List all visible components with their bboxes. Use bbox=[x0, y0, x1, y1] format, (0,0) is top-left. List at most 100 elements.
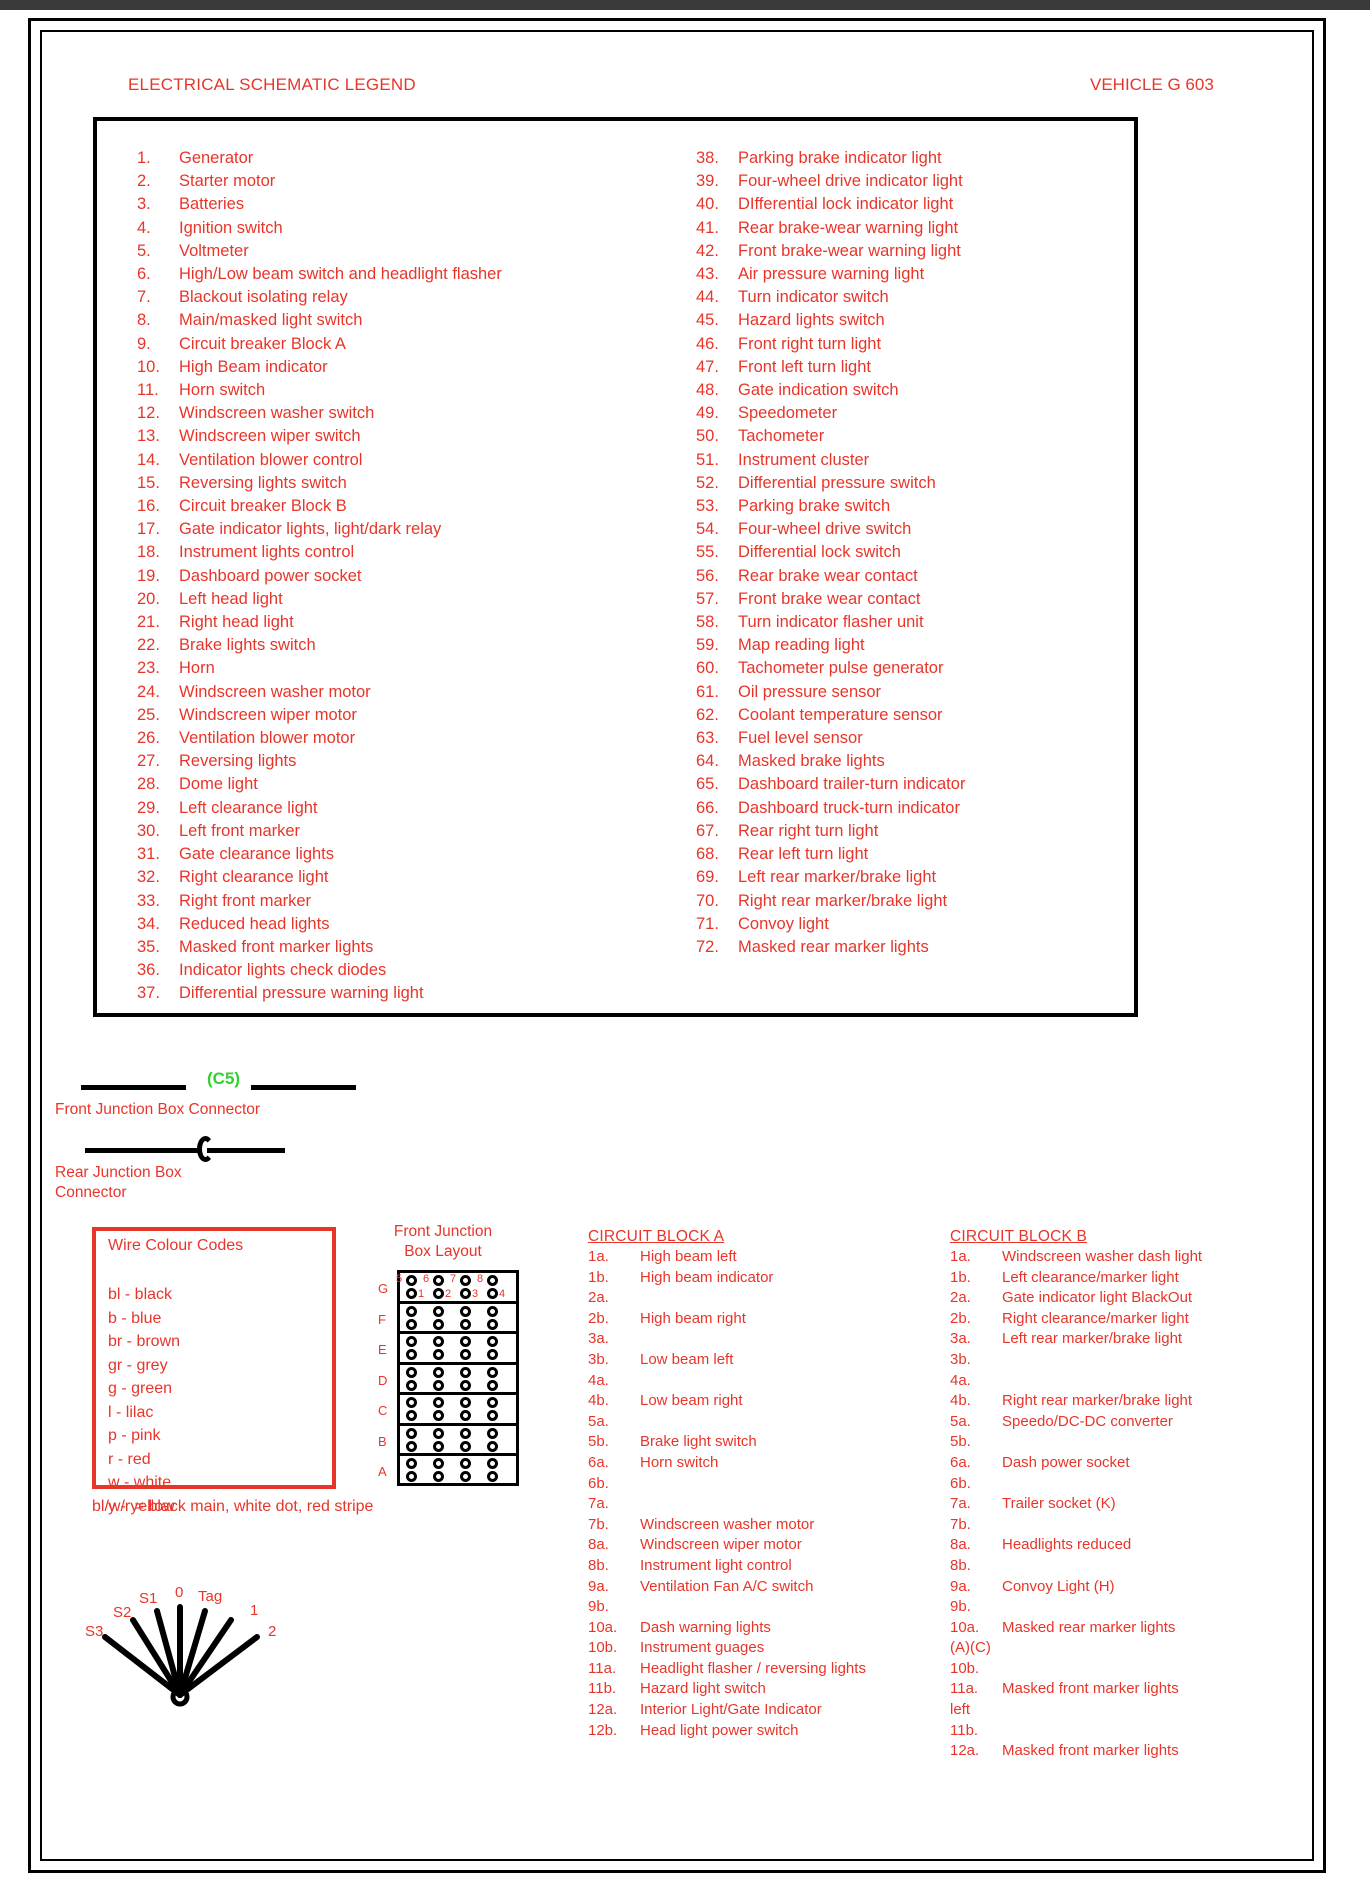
junction-box-terminal[interactable] bbox=[460, 1349, 471, 1360]
junction-box-terminal[interactable] bbox=[433, 1336, 444, 1347]
junction-box-terminal[interactable] bbox=[487, 1305, 498, 1317]
junction-box-terminal[interactable] bbox=[487, 1440, 498, 1452]
circuit-block-a-row: 9b. bbox=[588, 1597, 928, 1618]
junction-box-terminal[interactable] bbox=[460, 1318, 471, 1330]
junction-box-terminal[interactable] bbox=[406, 1318, 417, 1330]
junction-box-terminal[interactable] bbox=[487, 1379, 498, 1391]
junction-box-terminal[interactable] bbox=[487, 1275, 498, 1286]
junction-box-terminal[interactable] bbox=[460, 1336, 471, 1347]
junction-box-terminal[interactable] bbox=[433, 1458, 444, 1469]
connector-symbols: (C5) Front Junction Box Connector Rear J… bbox=[55, 1069, 455, 1203]
legend-right-item-number: 51. bbox=[696, 450, 719, 469]
legend-left-item-number: 6. bbox=[137, 265, 151, 284]
junction-box-terminal[interactable] bbox=[460, 1410, 471, 1421]
circuit-block-a-number: 8b. bbox=[588, 1556, 609, 1574]
legend-left-item-number: 24. bbox=[137, 682, 160, 701]
junction-box-terminal[interactable] bbox=[487, 1336, 498, 1347]
junction-box-terminal[interactable] bbox=[460, 1440, 471, 1452]
circuit-block-a-label: Low beam right bbox=[640, 1392, 743, 1410]
legend-right-item-label: Tachometer pulse generator bbox=[738, 659, 944, 678]
junction-box-terminal[interactable] bbox=[433, 1349, 444, 1360]
legend-left-item-label: Left clearance light bbox=[179, 798, 318, 817]
junction-box-terminal[interactable] bbox=[433, 1318, 444, 1330]
junction-box-terminal[interactable] bbox=[487, 1458, 498, 1469]
junction-box-terminal[interactable] bbox=[433, 1379, 444, 1391]
junction-box-terminal[interactable] bbox=[406, 1366, 417, 1378]
junction-box-terminal[interactable] bbox=[406, 1336, 417, 1347]
fan-label-0: 0 bbox=[175, 1584, 184, 1601]
legend-left-item-label: Brake lights switch bbox=[179, 636, 316, 655]
junction-box-terminal[interactable] bbox=[406, 1458, 417, 1469]
circuit-block-b-number: 6b. bbox=[950, 1474, 971, 1492]
junction-box-terminal[interactable] bbox=[487, 1318, 498, 1330]
circuit-block-b-label: Masked rear marker lights bbox=[1002, 1618, 1176, 1636]
junction-box-terminal[interactable] bbox=[433, 1305, 444, 1317]
legend-right-item-label: Rear left turn light bbox=[738, 845, 869, 864]
junction-box-terminal[interactable] bbox=[433, 1397, 444, 1408]
legend-right-item-number: 38. bbox=[696, 149, 719, 167]
junction-box-terminal[interactable] bbox=[487, 1288, 498, 1299]
junction-box-terminal[interactable] bbox=[433, 1471, 444, 1482]
circuit-block-b: CIRCUIT BLOCK B 1a. Windscreen washer das… bbox=[950, 1228, 1280, 1762]
junction-box-terminal[interactable] bbox=[406, 1288, 417, 1299]
legend-item: 1. Generator bbox=[133, 147, 603, 170]
junction-box-terminal[interactable] bbox=[460, 1288, 471, 1299]
junction-box-terminal[interactable] bbox=[406, 1410, 417, 1421]
circuit-block-a-row: 6a. Horn switch bbox=[588, 1453, 928, 1474]
junction-box-terminal[interactable] bbox=[433, 1275, 444, 1286]
legend-left-item-number: 23. bbox=[137, 659, 160, 678]
legend-left-item-label: High/Low beam switch and headlight flash… bbox=[179, 265, 502, 284]
junction-box-terminal[interactable] bbox=[406, 1471, 417, 1482]
legend-right-item-number: 43. bbox=[696, 265, 719, 284]
circuit-block-a-number: 1b. bbox=[588, 1268, 609, 1286]
legend-right-item-label: Coolant temperature sensor bbox=[738, 705, 943, 724]
junction-box-terminal[interactable] bbox=[433, 1410, 444, 1421]
junction-box-terminal[interactable] bbox=[433, 1288, 444, 1299]
junction-box-terminal[interactable] bbox=[406, 1305, 417, 1317]
junction-box-terminal[interactable] bbox=[460, 1427, 471, 1439]
legend-left-item-number: 5. bbox=[137, 241, 151, 260]
circuit-block-b-row: 10b. bbox=[950, 1659, 1280, 1680]
junction-box-terminal[interactable] bbox=[433, 1440, 444, 1452]
circuit-block-a-row: 8b. Instrument light control bbox=[588, 1556, 928, 1577]
circuit-block-a-row: 2b. High beam right bbox=[588, 1309, 928, 1330]
junction-box-terminal[interactable] bbox=[460, 1458, 471, 1469]
circuit-block-a-row: 11a. Headlight flasher / reversing lights bbox=[588, 1659, 928, 1680]
legend-item: 31. Gate clearance lights bbox=[133, 843, 603, 866]
junction-box-terminal[interactable] bbox=[460, 1471, 471, 1482]
legend-right-item-label: Hazard lights switch bbox=[738, 311, 885, 330]
legend-item: 57. Front brake wear contact bbox=[692, 588, 1162, 611]
junction-box-terminal[interactable] bbox=[460, 1379, 471, 1391]
junction-box-terminal[interactable] bbox=[487, 1410, 498, 1421]
circuit-block-a-row: 7b. Windscreen washer motor bbox=[588, 1515, 928, 1536]
circuit-block-a-number: 4b. bbox=[588, 1392, 609, 1410]
junction-box-terminal[interactable] bbox=[406, 1427, 417, 1439]
junction-box-terminal[interactable] bbox=[406, 1275, 417, 1286]
junction-box-terminal[interactable] bbox=[460, 1397, 471, 1408]
legend-item: 32. Right clearance light bbox=[133, 866, 603, 889]
junction-box-terminal[interactable] bbox=[406, 1349, 417, 1360]
legend-right-item-label: Turn indicator flasher unit bbox=[738, 613, 924, 632]
junction-box-terminal[interactable] bbox=[487, 1427, 498, 1439]
circuit-block-b-row: 8b. bbox=[950, 1556, 1280, 1577]
circuit-block-a-heading: CIRCUIT BLOCK A bbox=[588, 1228, 725, 1245]
circuit-block-b-number: 4b. bbox=[950, 1392, 971, 1410]
circuit-block-a-number: 2a. bbox=[588, 1289, 609, 1307]
junction-box-terminal[interactable] bbox=[487, 1349, 498, 1360]
legend-right-item-number: 53. bbox=[696, 497, 719, 516]
wire-code-entry: g - green bbox=[108, 1380, 173, 1397]
junction-box-terminal[interactable] bbox=[433, 1427, 444, 1439]
junction-box-terminal[interactable] bbox=[433, 1366, 444, 1378]
junction-box-terminal[interactable] bbox=[460, 1305, 471, 1317]
junction-box-terminal[interactable] bbox=[406, 1379, 417, 1391]
junction-box-terminal[interactable] bbox=[487, 1366, 498, 1378]
junction-box-terminal[interactable] bbox=[487, 1471, 498, 1482]
circuit-block-b-heading: CIRCUIT BLOCK B bbox=[950, 1228, 1088, 1245]
junction-box-terminal[interactable] bbox=[406, 1440, 417, 1452]
junction-box-terminal[interactable] bbox=[460, 1275, 471, 1286]
junction-box-terminal[interactable] bbox=[406, 1397, 417, 1408]
legend-left-item-label: Starter motor bbox=[179, 172, 276, 191]
legend-right-item-label: Rear brake-wear warning light bbox=[738, 218, 959, 237]
junction-box-terminal[interactable] bbox=[460, 1366, 471, 1378]
junction-box-terminal[interactable] bbox=[487, 1397, 498, 1408]
